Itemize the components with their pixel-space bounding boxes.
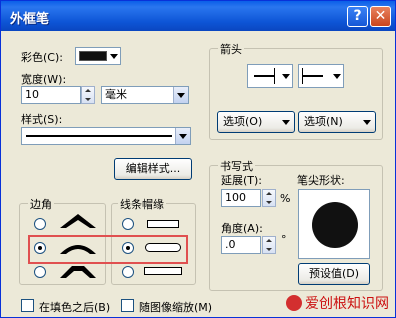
- watermark: 爱创根知识网: [286, 293, 389, 313]
- default-button[interactable]: 预设值(D): [298, 263, 370, 285]
- start-arrow-select[interactable]: [247, 64, 293, 88]
- nib-shape-label: 笔尖形状:: [297, 174, 345, 187]
- color-picker-button[interactable]: [75, 47, 121, 65]
- end-arrow-select[interactable]: [298, 64, 344, 88]
- stretch-unit: %: [280, 192, 291, 205]
- corner-miter-icon: [60, 214, 96, 228]
- spin-down-icon: [266, 201, 272, 204]
- arrow-options-left-button[interactable]: 选项(O): [217, 111, 295, 133]
- unit-dropdown-button[interactable]: [173, 87, 188, 103]
- width-input[interactable]: 10: [21, 86, 81, 104]
- window-title: 外框笔: [10, 12, 50, 27]
- outline-pen-dialog: 外框笔 ? ✕ 彩色(C): 宽度(W): 10 毫米 样式(S): 编辑样式.…: [0, 0, 396, 318]
- nib-shape-preview[interactable]: [298, 189, 370, 259]
- chevron-down-icon: [110, 54, 118, 59]
- arrow-line-preview: [303, 75, 323, 77]
- options-right-label: 选项(N): [304, 115, 343, 128]
- line-style-preview: [26, 135, 172, 137]
- corner-bevel-radio[interactable]: [34, 266, 46, 278]
- nib-circle: [312, 202, 358, 248]
- spin-up-icon: [266, 192, 272, 195]
- width-spinner[interactable]: [81, 86, 95, 104]
- cap-butt-radio[interactable]: [122, 218, 134, 230]
- spin-up-icon: [266, 239, 272, 242]
- close-button[interactable]: ✕: [370, 6, 391, 27]
- cap-butt-icon: [147, 220, 179, 228]
- arrows-group-title: 箭头: [218, 41, 244, 57]
- edit-style-button[interactable]: 编辑样式...: [114, 158, 192, 180]
- behind-fill-label: 在填色之后(B): [39, 301, 111, 314]
- help-button[interactable]: ?: [347, 6, 368, 27]
- style-dropdown-button[interactable]: [175, 128, 190, 144]
- line-style-select[interactable]: [21, 127, 191, 145]
- title-bar: 外框笔 ? ✕: [1, 1, 395, 31]
- cap-square-icon: [144, 267, 182, 275]
- angle-label: 角度(A):: [221, 222, 263, 235]
- angle-input[interactable]: .0: [221, 236, 261, 254]
- scale-with-image-checkbox[interactable]: [121, 299, 134, 312]
- width-unit-select[interactable]: 毫米: [101, 86, 189, 104]
- color-label: 彩色(C):: [21, 51, 63, 64]
- stretch-label: 延展(T):: [221, 174, 263, 187]
- color-swatch: [79, 51, 107, 61]
- highlight-box: [28, 235, 188, 264]
- angle-spinner[interactable]: [262, 236, 276, 254]
- arrow-options-right-button[interactable]: 选项(N): [298, 111, 376, 133]
- corner-bevel-icon: [60, 266, 96, 278]
- chevron-down-icon: [179, 134, 187, 139]
- angle-unit: °: [281, 233, 287, 246]
- stretch-input[interactable]: 100: [221, 189, 261, 207]
- line-caps-group-title: 线条帽缘: [118, 196, 166, 212]
- watermark-logo-icon: [286, 295, 302, 311]
- stretch-spinner[interactable]: [262, 189, 276, 207]
- chevron-down-icon: [333, 74, 341, 79]
- chevron-down-icon: [282, 74, 290, 79]
- cap-square-radio[interactable]: [122, 266, 134, 278]
- spin-up-icon: [85, 89, 91, 92]
- chevron-down-icon: [282, 120, 290, 125]
- options-left-label: 选项(O): [223, 115, 263, 128]
- watermark-text: 爱创根知识网: [305, 296, 389, 312]
- arrow-line-preview: [254, 75, 274, 77]
- corners-group-title: 边角: [28, 196, 54, 212]
- arrow-end-mark: [274, 68, 275, 84]
- spin-down-icon: [85, 98, 91, 101]
- behind-fill-checkbox[interactable]: [21, 299, 34, 312]
- style-label: 样式(S):: [21, 113, 63, 126]
- spin-down-icon: [266, 248, 272, 251]
- scale-with-image-label: 随图像缩放(M): [139, 301, 213, 314]
- chevron-down-icon: [177, 93, 185, 98]
- chevron-down-icon: [363, 120, 371, 125]
- width-unit-value: 毫米: [105, 88, 127, 101]
- width-label: 宽度(W):: [21, 73, 67, 86]
- corner-miter-radio[interactable]: [34, 218, 46, 230]
